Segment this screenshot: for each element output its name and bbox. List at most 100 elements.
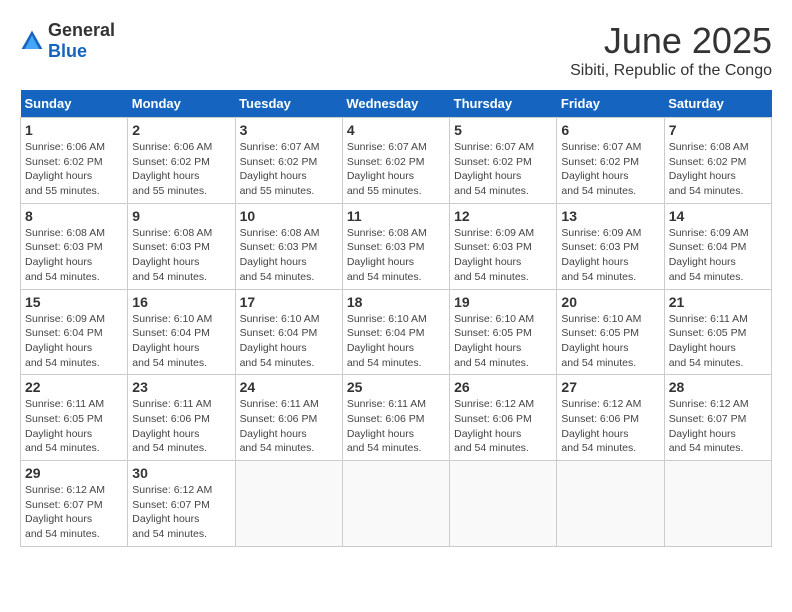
day-number: 4 [347, 122, 445, 138]
page-header: General Blue June 2025 Sibiti, Republic … [20, 20, 772, 80]
col-saturday: Saturday [664, 90, 771, 118]
calendar-cell: 30 Sunrise: 6:12 AM Sunset: 6:07 PM Dayl… [128, 461, 235, 547]
calendar-cell: 23 Sunrise: 6:11 AM Sunset: 6:06 PM Dayl… [128, 375, 235, 461]
day-number: 29 [25, 465, 123, 481]
calendar-cell: 8 Sunrise: 6:08 AM Sunset: 6:03 PM Dayli… [21, 203, 128, 289]
day-info: Sunrise: 6:12 AM Sunset: 6:06 PM Dayligh… [561, 397, 659, 456]
calendar-cell: 6 Sunrise: 6:07 AM Sunset: 6:02 PM Dayli… [557, 118, 664, 204]
calendar-cell: 9 Sunrise: 6:08 AM Sunset: 6:03 PM Dayli… [128, 203, 235, 289]
calendar-cell [664, 461, 771, 547]
calendar-cell: 4 Sunrise: 6:07 AM Sunset: 6:02 PM Dayli… [342, 118, 449, 204]
day-info: Sunrise: 6:11 AM Sunset: 6:06 PM Dayligh… [132, 397, 230, 456]
day-info: Sunrise: 6:07 AM Sunset: 6:02 PM Dayligh… [240, 140, 338, 199]
calendar-cell: 3 Sunrise: 6:07 AM Sunset: 6:02 PM Dayli… [235, 118, 342, 204]
location-subtitle: Sibiti, Republic of the Congo [570, 62, 772, 80]
calendar-header-row: Sunday Monday Tuesday Wednesday Thursday… [21, 90, 772, 118]
day-info: Sunrise: 6:12 AM Sunset: 6:06 PM Dayligh… [454, 397, 552, 456]
calendar-cell: 17 Sunrise: 6:10 AM Sunset: 6:04 PM Dayl… [235, 289, 342, 375]
day-number: 26 [454, 379, 552, 395]
day-info: Sunrise: 6:11 AM Sunset: 6:06 PM Dayligh… [347, 397, 445, 456]
col-friday: Friday [557, 90, 664, 118]
calendar-cell: 13 Sunrise: 6:09 AM Sunset: 6:03 PM Dayl… [557, 203, 664, 289]
calendar-cell: 15 Sunrise: 6:09 AM Sunset: 6:04 PM Dayl… [21, 289, 128, 375]
day-info: Sunrise: 6:07 AM Sunset: 6:02 PM Dayligh… [454, 140, 552, 199]
calendar-cell: 22 Sunrise: 6:11 AM Sunset: 6:05 PM Dayl… [21, 375, 128, 461]
calendar-cell: 19 Sunrise: 6:10 AM Sunset: 6:05 PM Dayl… [450, 289, 557, 375]
calendar-cell: 27 Sunrise: 6:12 AM Sunset: 6:06 PM Dayl… [557, 375, 664, 461]
calendar-cell: 24 Sunrise: 6:11 AM Sunset: 6:06 PM Dayl… [235, 375, 342, 461]
calendar-table: Sunday Monday Tuesday Wednesday Thursday… [20, 90, 772, 547]
day-number: 9 [132, 208, 230, 224]
calendar-cell [342, 461, 449, 547]
calendar-cell: 21 Sunrise: 6:11 AM Sunset: 6:05 PM Dayl… [664, 289, 771, 375]
logo-text: General Blue [48, 20, 115, 62]
day-number: 6 [561, 122, 659, 138]
day-number: 22 [25, 379, 123, 395]
day-info: Sunrise: 6:08 AM Sunset: 6:03 PM Dayligh… [25, 226, 123, 285]
day-number: 18 [347, 294, 445, 310]
day-number: 16 [132, 294, 230, 310]
day-info: Sunrise: 6:10 AM Sunset: 6:04 PM Dayligh… [347, 312, 445, 371]
day-number: 23 [132, 379, 230, 395]
day-info: Sunrise: 6:09 AM Sunset: 6:04 PM Dayligh… [669, 226, 767, 285]
calendar-cell: 2 Sunrise: 6:06 AM Sunset: 6:02 PM Dayli… [128, 118, 235, 204]
logo-icon [20, 29, 44, 53]
day-number: 21 [669, 294, 767, 310]
day-info: Sunrise: 6:12 AM Sunset: 6:07 PM Dayligh… [132, 483, 230, 542]
day-info: Sunrise: 6:07 AM Sunset: 6:02 PM Dayligh… [347, 140, 445, 199]
calendar-cell: 29 Sunrise: 6:12 AM Sunset: 6:07 PM Dayl… [21, 461, 128, 547]
day-number: 1 [25, 122, 123, 138]
day-number: 2 [132, 122, 230, 138]
day-info: Sunrise: 6:11 AM Sunset: 6:05 PM Dayligh… [25, 397, 123, 456]
calendar-cell [450, 461, 557, 547]
day-number: 8 [25, 208, 123, 224]
day-info: Sunrise: 6:07 AM Sunset: 6:02 PM Dayligh… [561, 140, 659, 199]
day-info: Sunrise: 6:08 AM Sunset: 6:03 PM Dayligh… [132, 226, 230, 285]
day-info: Sunrise: 6:10 AM Sunset: 6:04 PM Dayligh… [132, 312, 230, 371]
week-row-2: 8 Sunrise: 6:08 AM Sunset: 6:03 PM Dayli… [21, 203, 772, 289]
day-number: 15 [25, 294, 123, 310]
logo: General Blue [20, 20, 115, 62]
calendar-cell [235, 461, 342, 547]
day-info: Sunrise: 6:10 AM Sunset: 6:05 PM Dayligh… [561, 312, 659, 371]
day-info: Sunrise: 6:11 AM Sunset: 6:06 PM Dayligh… [240, 397, 338, 456]
day-number: 14 [669, 208, 767, 224]
calendar-cell: 7 Sunrise: 6:08 AM Sunset: 6:02 PM Dayli… [664, 118, 771, 204]
day-info: Sunrise: 6:06 AM Sunset: 6:02 PM Dayligh… [132, 140, 230, 199]
calendar-cell: 10 Sunrise: 6:08 AM Sunset: 6:03 PM Dayl… [235, 203, 342, 289]
day-info: Sunrise: 6:08 AM Sunset: 6:02 PM Dayligh… [669, 140, 767, 199]
calendar-cell: 26 Sunrise: 6:12 AM Sunset: 6:06 PM Dayl… [450, 375, 557, 461]
day-number: 28 [669, 379, 767, 395]
calendar-cell: 1 Sunrise: 6:06 AM Sunset: 6:02 PM Dayli… [21, 118, 128, 204]
logo-general: General [48, 20, 115, 40]
calendar-cell: 12 Sunrise: 6:09 AM Sunset: 6:03 PM Dayl… [450, 203, 557, 289]
day-info: Sunrise: 6:06 AM Sunset: 6:02 PM Dayligh… [25, 140, 123, 199]
week-row-1: 1 Sunrise: 6:06 AM Sunset: 6:02 PM Dayli… [21, 118, 772, 204]
day-number: 11 [347, 208, 445, 224]
calendar-cell: 11 Sunrise: 6:08 AM Sunset: 6:03 PM Dayl… [342, 203, 449, 289]
day-number: 17 [240, 294, 338, 310]
calendar-cell: 14 Sunrise: 6:09 AM Sunset: 6:04 PM Dayl… [664, 203, 771, 289]
day-number: 13 [561, 208, 659, 224]
col-wednesday: Wednesday [342, 90, 449, 118]
day-info: Sunrise: 6:09 AM Sunset: 6:03 PM Dayligh… [561, 226, 659, 285]
day-number: 27 [561, 379, 659, 395]
day-number: 10 [240, 208, 338, 224]
col-monday: Monday [128, 90, 235, 118]
calendar-cell: 25 Sunrise: 6:11 AM Sunset: 6:06 PM Dayl… [342, 375, 449, 461]
calendar-cell: 20 Sunrise: 6:10 AM Sunset: 6:05 PM Dayl… [557, 289, 664, 375]
calendar-cell: 28 Sunrise: 6:12 AM Sunset: 6:07 PM Dayl… [664, 375, 771, 461]
calendar-cell: 18 Sunrise: 6:10 AM Sunset: 6:04 PM Dayl… [342, 289, 449, 375]
week-row-3: 15 Sunrise: 6:09 AM Sunset: 6:04 PM Dayl… [21, 289, 772, 375]
logo-blue: Blue [48, 41, 87, 61]
day-number: 5 [454, 122, 552, 138]
day-info: Sunrise: 6:10 AM Sunset: 6:04 PM Dayligh… [240, 312, 338, 371]
day-info: Sunrise: 6:12 AM Sunset: 6:07 PM Dayligh… [25, 483, 123, 542]
week-row-5: 29 Sunrise: 6:12 AM Sunset: 6:07 PM Dayl… [21, 461, 772, 547]
col-tuesday: Tuesday [235, 90, 342, 118]
day-number: 30 [132, 465, 230, 481]
day-number: 7 [669, 122, 767, 138]
day-info: Sunrise: 6:08 AM Sunset: 6:03 PM Dayligh… [347, 226, 445, 285]
calendar-cell [557, 461, 664, 547]
day-info: Sunrise: 6:12 AM Sunset: 6:07 PM Dayligh… [669, 397, 767, 456]
